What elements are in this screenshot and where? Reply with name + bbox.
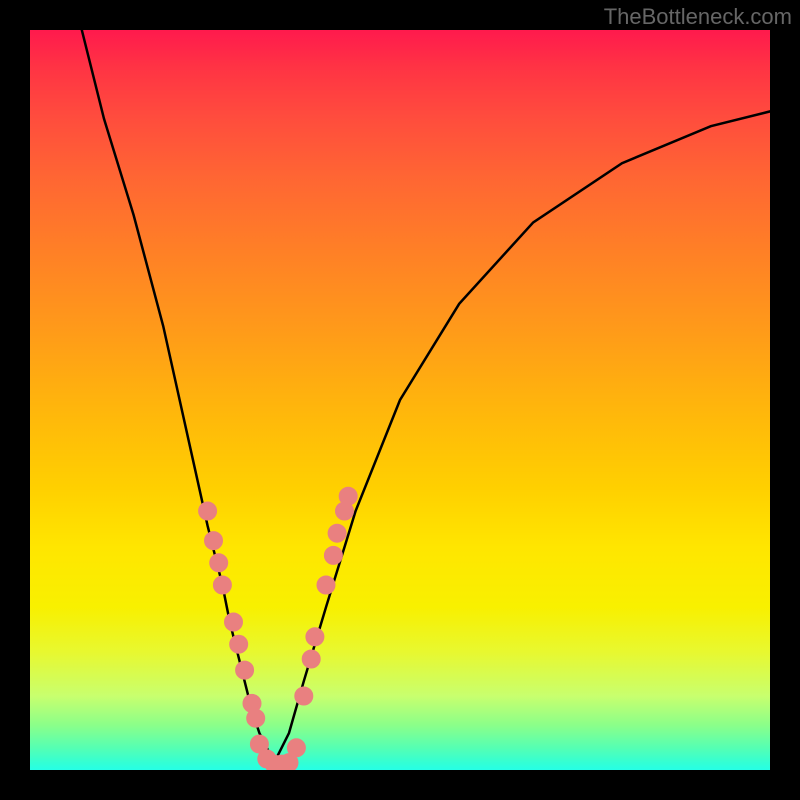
- chart-frame: TheBottleneck.com: [0, 0, 800, 800]
- chart-svg: [30, 30, 770, 770]
- left-curve-path: [82, 30, 274, 763]
- data-point: [230, 635, 248, 653]
- data-point: [247, 709, 265, 727]
- data-point: [336, 502, 354, 520]
- data-point: [273, 755, 291, 770]
- data-point: [250, 735, 268, 753]
- data-point: [199, 502, 217, 520]
- data-point: [243, 694, 261, 712]
- data-point: [324, 546, 342, 564]
- data-point: [280, 754, 298, 770]
- data-point: [205, 532, 223, 550]
- data-point: [295, 687, 313, 705]
- right-curve-path: [274, 111, 770, 762]
- data-point: [236, 661, 254, 679]
- curve-group: [82, 30, 770, 763]
- data-points-group: [199, 487, 358, 770]
- data-point: [306, 628, 324, 646]
- data-point: [317, 576, 335, 594]
- data-point: [328, 524, 346, 542]
- data-point: [265, 755, 283, 770]
- data-point: [225, 613, 243, 631]
- data-point: [339, 487, 357, 505]
- data-point: [210, 554, 228, 572]
- data-point: [213, 576, 231, 594]
- data-point: [258, 750, 276, 768]
- data-point: [287, 739, 305, 757]
- plot-area: [30, 30, 770, 770]
- watermark-text: TheBottleneck.com: [604, 4, 792, 30]
- data-point: [302, 650, 320, 668]
